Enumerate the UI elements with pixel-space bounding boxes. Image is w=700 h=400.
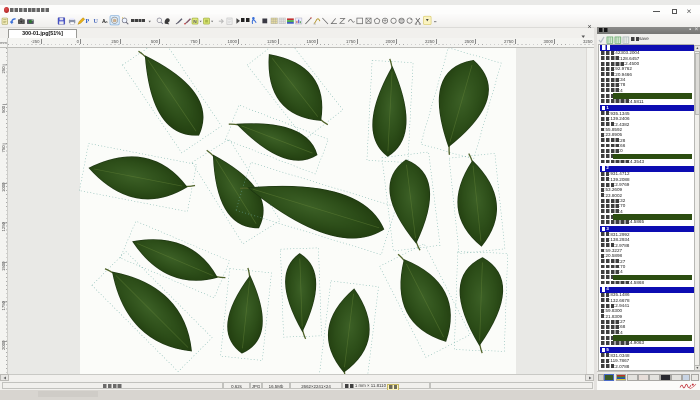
svg-text:500: 500 [1,105,6,113]
svg-text:N: N [193,19,197,25]
svg-text:U: U [94,19,99,25]
svg-text:250: 250 [1,65,6,73]
svg-text:a: a [105,20,108,24]
svg-text:750: 750 [1,144,6,152]
svg-text:P: P [86,19,90,25]
